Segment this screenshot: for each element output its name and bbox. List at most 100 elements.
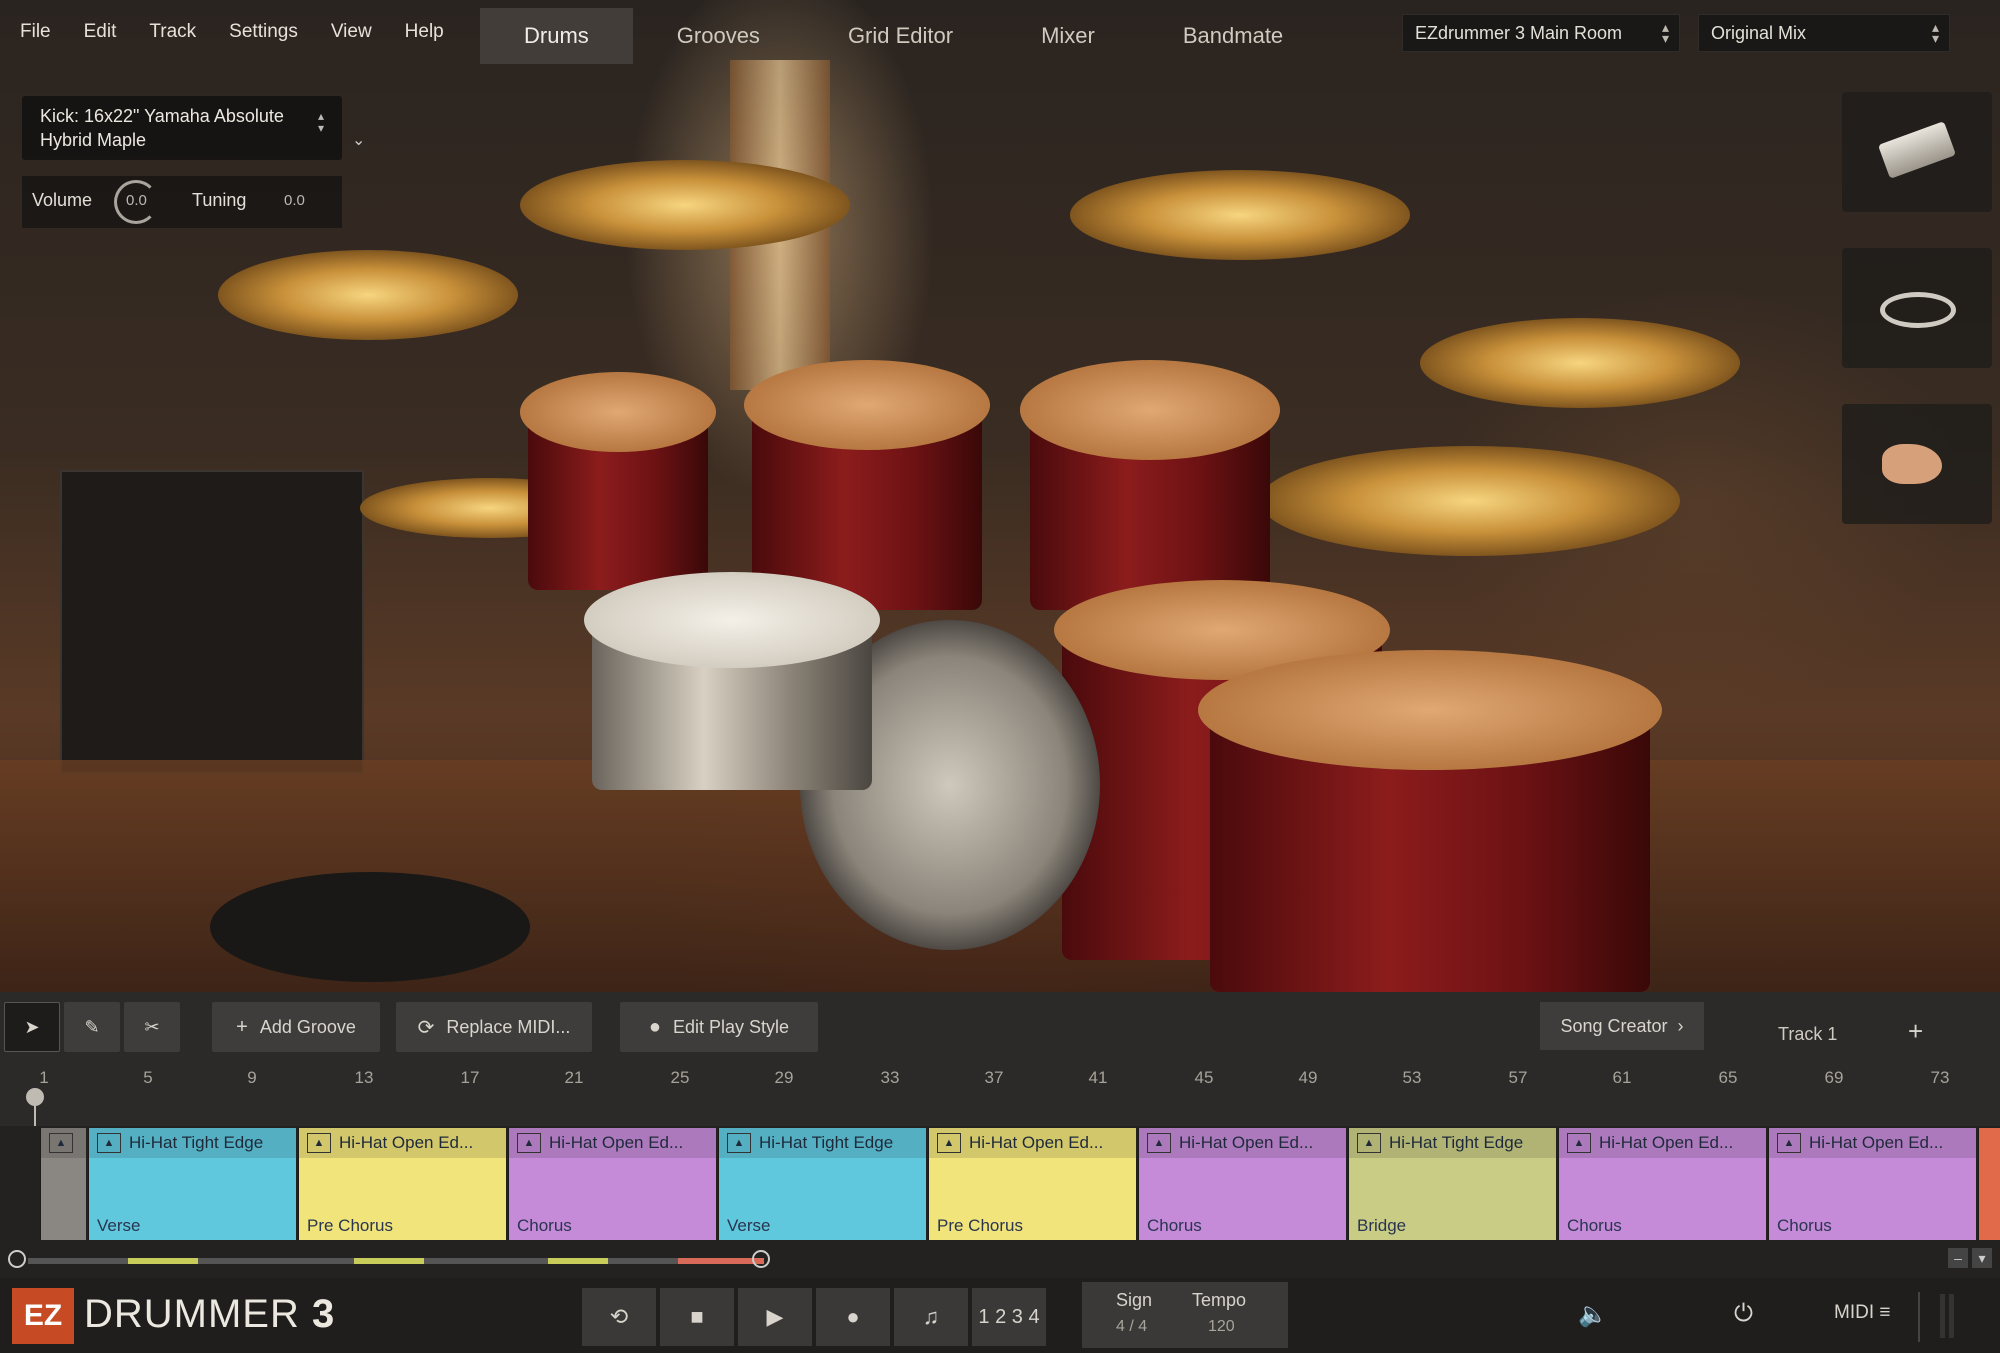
- volume-icon[interactable]: 🔈: [1578, 1300, 1608, 1329]
- menu-file[interactable]: File: [20, 21, 51, 43]
- tab-mixer[interactable]: Mixer: [997, 8, 1139, 64]
- menu-help[interactable]: Help: [405, 21, 444, 43]
- edit-play-style-button[interactable]: ● Edit Play Style: [620, 1002, 818, 1052]
- bar-ruler[interactable]: 1 5 9 13 17 21 25 29 33 37 41 45 49 53 5…: [0, 1062, 2000, 1126]
- clip-title: Hi-Hat Tight Edge: [759, 1133, 894, 1152]
- metronome-icon: ♫: [922, 1304, 940, 1329]
- cowbell-icon: [1877, 121, 1957, 179]
- groove-clip[interactable]: ▲ Hi-Hat Open Ed... Chorus: [508, 1128, 716, 1240]
- loop-icon: ⟲: [609, 1304, 629, 1329]
- mix-preset-select[interactable]: Original Mix ▴ ▾: [1698, 14, 1950, 52]
- zoom-in-icon[interactable]: ▾: [1972, 1248, 1992, 1268]
- song-creator-button[interactable]: Song Creator ›: [1540, 1002, 1704, 1050]
- draw-tool-button[interactable]: ✎: [64, 1002, 120, 1052]
- timeline-scrollbar[interactable]: – ▾: [0, 1242, 2000, 1278]
- groove-clip[interactable]: ▲ Hi-Hat Open Ed... Pre Chorus: [928, 1128, 1136, 1240]
- menu-track[interactable]: Track: [149, 21, 196, 43]
- clip-header: ▲ Hi-Hat Open Ed...: [1559, 1128, 1766, 1158]
- scroll-end-handle[interactable]: [752, 1250, 770, 1268]
- app-logo: EZ: [12, 1288, 74, 1344]
- ride-cymbal-right[interactable]: [1070, 170, 1410, 260]
- snare-head[interactable]: [584, 572, 880, 668]
- hand-percussion-pick[interactable]: [1842, 404, 1992, 524]
- record-button[interactable]: ●: [816, 1288, 890, 1346]
- crash-cymbal-left[interactable]: [218, 250, 518, 340]
- sign-value[interactable]: 4 / 4: [1116, 1318, 1147, 1336]
- groove-clip[interactable]: ▲ Hi-Hat Tight Edge Bridge: [1348, 1128, 1556, 1240]
- scroll-segment: [354, 1258, 424, 1264]
- tab-grid-editor[interactable]: Grid Editor: [804, 8, 997, 64]
- tempo-label: Tempo: [1192, 1290, 1247, 1310]
- menu-bar: File Edit Track Settings View Help: [0, 0, 477, 64]
- scroll-segment: [128, 1258, 198, 1264]
- tab-drums[interactable]: Drums: [480, 8, 633, 64]
- stop-button[interactable]: ■: [660, 1288, 734, 1346]
- updown-icon[interactable]: ▴ ▾: [318, 110, 324, 134]
- scroll-start-handle[interactable]: [8, 1250, 26, 1268]
- menu-settings[interactable]: Settings: [229, 21, 298, 43]
- cowbell-pick[interactable]: [1842, 92, 1992, 212]
- clip-part: Chorus: [1147, 1216, 1202, 1235]
- volume-label: Volume: [32, 190, 93, 210]
- chevron-down-icon[interactable]: ⌄: [352, 130, 365, 150]
- tom-2-head[interactable]: [744, 360, 990, 450]
- groove-icon: ▲: [49, 1133, 73, 1153]
- instrument-select[interactable]: Kick: 16x22" Yamaha Absolute Hybrid Mapl…: [22, 96, 342, 160]
- groove-clip[interactable]: ▲ Hi-Hat Open Ed... Chorus: [1558, 1128, 1766, 1240]
- select-tool-button[interactable]: ➤: [4, 1002, 60, 1052]
- clip-part: Chorus: [1567, 1216, 1622, 1235]
- floor-tom-2-head[interactable]: [1198, 650, 1662, 770]
- crash-cymbal-far-right[interactable]: [1420, 318, 1740, 408]
- pencil-icon: ✎: [84, 1016, 100, 1037]
- groove-icon: ▲: [1777, 1133, 1801, 1153]
- metronome-button[interactable]: ♫: [894, 1288, 968, 1346]
- clip-part: Bridge: [1357, 1216, 1407, 1235]
- clip-title: Hi-Hat Open Ed...: [1179, 1133, 1314, 1152]
- groove-clip[interactable]: ▲ Hi-Hat Tight Edge Verse: [718, 1128, 926, 1240]
- bar-number: 69: [1824, 1068, 1844, 1087]
- scroll-range[interactable]: [28, 1258, 764, 1264]
- add-groove-button[interactable]: + Add Groove: [212, 1002, 380, 1052]
- loop-button[interactable]: ⟲: [582, 1288, 656, 1346]
- clip-header: ▲ Hi-Hat Open Ed...: [509, 1128, 716, 1158]
- clip-header: ▲: [41, 1128, 86, 1158]
- groove-icon: ▲: [937, 1133, 961, 1153]
- tambourine-pick[interactable]: [1842, 248, 1992, 368]
- track-name[interactable]: Track 1: [1778, 1024, 1837, 1045]
- groove-clip[interactable]: ▲ Hi-Hat Open Ed... Chorus: [1138, 1128, 1346, 1240]
- split-tool-button[interactable]: ✂: [124, 1002, 180, 1052]
- room-preset-select[interactable]: EZdrummer 3 Main Room ▴ ▾: [1402, 14, 1680, 52]
- track-lane[interactable]: ▲ ▲ Hi-Hat Tight Edge Verse ▲ Hi-Hat Open …: [0, 1126, 2000, 1242]
- play-button[interactable]: ▶: [738, 1288, 812, 1346]
- tab-bandmate[interactable]: Bandmate: [1139, 8, 1327, 64]
- tuning-value[interactable]: 0.0: [284, 192, 305, 209]
- add-groove-label: Add Groove: [259, 1016, 356, 1037]
- groove-clip[interactable]: ▲ Hi-Hat Tight Edge Verse: [88, 1128, 296, 1240]
- tom-3-head[interactable]: [1020, 360, 1280, 460]
- zoom-out-icon[interactable]: –: [1948, 1248, 1968, 1268]
- intro-clip[interactable]: ▲: [40, 1128, 86, 1240]
- play-style-icon: ●: [648, 1015, 662, 1038]
- replace-midi-button[interactable]: ⟳ Replace MIDI...: [396, 1002, 592, 1052]
- tempo-value[interactable]: 120: [1208, 1318, 1235, 1336]
- groove-clip-partial[interactable]: [1978, 1128, 2000, 1240]
- add-track-icon[interactable]: +: [1908, 1016, 1923, 1047]
- tom-1-head[interactable]: [520, 372, 716, 452]
- groove-clip[interactable]: ▲ Hi-Hat Open Ed... Chorus: [1768, 1128, 1976, 1240]
- count-in-button[interactable]: 1 2 3 4: [972, 1288, 1046, 1346]
- groove-icon: ▲: [727, 1133, 751, 1153]
- crash-cymbal-top[interactable]: [520, 160, 850, 250]
- scroll-segment: [548, 1258, 608, 1264]
- menu-view[interactable]: View: [331, 21, 372, 43]
- meter-bar: [1940, 1294, 1945, 1338]
- sign-tempo-panel: Sign 4 / 4 Tempo 120: [1082, 1282, 1288, 1348]
- power-icon[interactable]: ⏻: [1734, 1300, 1753, 1328]
- groove-icon: ▲: [97, 1133, 121, 1153]
- tab-grooves[interactable]: Grooves: [633, 8, 804, 64]
- groove-clip[interactable]: ▲ Hi-Hat Open Ed... Pre Chorus: [298, 1128, 506, 1240]
- instrument-controls: Volume 0.0 Tuning 0.0: [22, 176, 342, 228]
- midi-button[interactable]: MIDI ≡: [1834, 1302, 1890, 1324]
- logo-ez: EZ: [23, 1299, 63, 1332]
- menu-edit[interactable]: Edit: [84, 21, 117, 43]
- china-cymbal[interactable]: [1260, 446, 1680, 556]
